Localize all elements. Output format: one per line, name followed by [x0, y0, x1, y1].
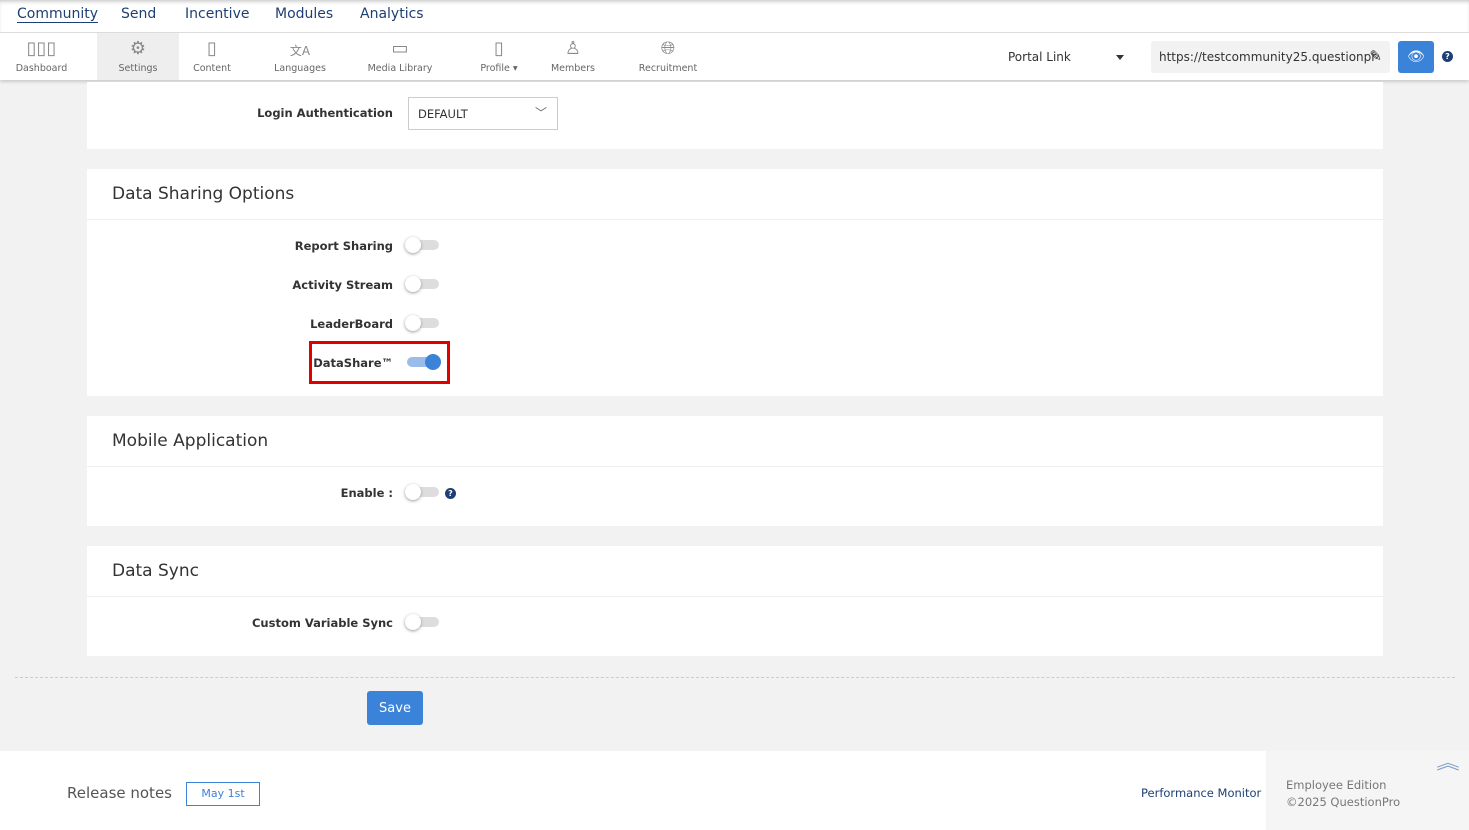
performance-monitor-link[interactable]: Performance Monitor [1141, 786, 1261, 800]
leaderboard-label: LeaderBoard [310, 317, 393, 331]
scroll-top-icon[interactable]: ︽ [1436, 755, 1459, 773]
activity-stream-label: Activity Stream [292, 278, 393, 292]
save-button[interactable]: Save [367, 691, 423, 725]
bar-chart-icon: ▯▯▯ [26, 38, 57, 59]
nav-modules[interactable]: Modules [275, 6, 333, 22]
globe-icon: 🌐︎ [660, 38, 676, 59]
section-title: Data Sync [87, 546, 1383, 597]
report-sharing-label: Report Sharing [294, 239, 393, 253]
leaderboard-toggle[interactable] [405, 315, 439, 331]
copyright-text: ©2025 QuestionPro [1286, 795, 1401, 809]
nav-analytics[interactable]: Analytics [360, 6, 424, 22]
section-title: Mobile Application [87, 416, 1383, 467]
login-auth-label: Login Authentication [257, 106, 393, 120]
tool-content[interactable]: ▯ Content [180, 33, 244, 80]
login-card: Login Authentication [87, 82, 1383, 149]
tool-languages[interactable]: 文A Languages [265, 33, 335, 80]
tool-members[interactable]: ♙ Members [546, 33, 600, 80]
data-sync-card: Data Sync Custom Variable Sync [87, 546, 1383, 656]
nav-incentive[interactable]: Incentive [185, 6, 249, 22]
tool-media-library[interactable]: ▭ Media Library [362, 33, 438, 80]
toolbar: ▯▯▯ Dashboard ⚙ Settings ▯ Content 文A Langua… [0, 33, 1469, 80]
mobile-card: Mobile Application Enable : ? [87, 416, 1383, 526]
custom-variable-sync-label: Custom Variable Sync [251, 616, 393, 630]
help-icon[interactable]: ? [445, 488, 456, 499]
gear-icon: ⚙ [129, 38, 147, 59]
portal-url-field[interactable]: https://testcommunity25.questionpr ✎ [1151, 41, 1390, 73]
member-icon: ♙ [564, 38, 582, 59]
preview-button[interactable]: 👁︎ [1398, 41, 1434, 73]
tool-profile[interactable]: ▯ Profile ▾ [470, 33, 528, 80]
chevron-down-icon: ▾ [512, 63, 518, 74]
report-sharing-toggle[interactable] [405, 237, 439, 253]
chevron-down-icon: ﹀ [534, 106, 547, 120]
highlight-box [309, 341, 450, 384]
nav-community[interactable]: Community [17, 6, 98, 22]
image-icon: ▭ [391, 38, 409, 59]
release-date-button[interactable]: May 1st [186, 782, 260, 806]
tool-recruitment[interactable]: 🌐︎ Recruitment [635, 33, 701, 80]
translate-icon: 文A [289, 44, 311, 58]
mobile-enable-toggle[interactable] [405, 484, 439, 500]
footer: Release notes May 1st Performance Monito… [0, 751, 1469, 830]
portal-link-select[interactable]: Portal Link [1008, 50, 1071, 64]
tool-settings[interactable]: ⚙ Settings [97, 33, 179, 80]
top-nav: Community Send Incentive Modules Analyti… [0, 0, 1469, 33]
activity-stream-toggle[interactable] [405, 276, 439, 292]
login-auth-select[interactable]: DEFAULT ﹀ [408, 97, 558, 130]
pencil-icon[interactable]: ✎ [1369, 47, 1382, 65]
tool-dashboard[interactable]: ▯▯▯ Dashboard [0, 33, 83, 80]
help-icon[interactable]: ? [1442, 51, 1453, 62]
caret-down-icon[interactable] [1116, 55, 1124, 64]
divider [15, 677, 1455, 678]
nav-send[interactable]: Send [121, 6, 156, 22]
custom-variable-sync-toggle[interactable] [405, 614, 439, 630]
release-notes-label: Release notes [67, 784, 172, 802]
eye-icon: 👁︎ [1407, 49, 1425, 65]
data-sharing-card: Data Sharing Options Report Sharing Acti… [87, 169, 1383, 396]
profile-icon: ▯ [494, 38, 504, 59]
document-icon: ▯ [207, 38, 217, 59]
section-title: Data Sharing Options [87, 169, 1383, 220]
footer-info: Employee Edition ©2025 QuestionPro ︽ [1266, 751, 1469, 830]
edition-text: Employee Edition [1286, 778, 1387, 792]
enable-label: Enable : [340, 486, 393, 500]
